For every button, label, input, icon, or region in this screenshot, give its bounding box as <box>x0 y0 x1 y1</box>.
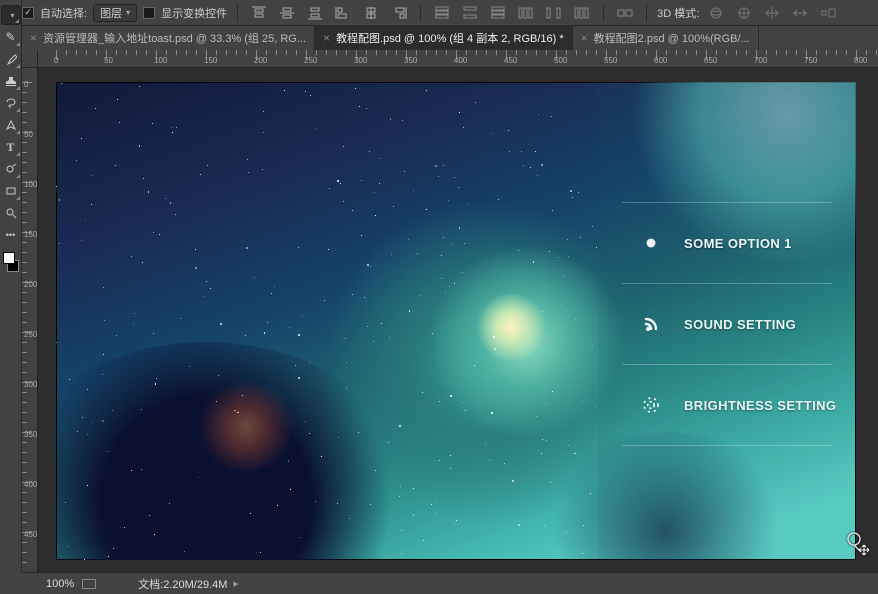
show-transform-checkbox[interactable] <box>143 7 155 19</box>
close-icon[interactable]: × <box>581 31 588 45</box>
status-menu-icon[interactable]: ▶ <box>233 580 238 588</box>
menu-item-label: BRIGHTNESS SETTING <box>684 398 836 413</box>
document-tabs: × 资源管理器_输入地址toast.psd @ 33.3% (组 25, RG.… <box>0 26 878 50</box>
sphere-icon <box>642 234 660 252</box>
menu-item-brightness[interactable]: BRIGHTNESS SETTING <box>598 365 856 445</box>
auto-select-label: 自动选择: <box>40 5 87 21</box>
options-bar: 自动选择: 图层 显示变换控件 3D 模式: <box>0 0 878 26</box>
3d-scale-icon[interactable] <box>817 4 839 22</box>
doc-tab-1[interactable]: × 教程配图.psd @ 100% (组 4 副本 2, RGB/16) * <box>315 26 573 50</box>
menu-item-option1[interactable]: SOME OPTION 1 <box>598 203 856 283</box>
menu-item-label: SOME OPTION 1 <box>684 236 792 251</box>
divider <box>646 4 647 22</box>
eyedropper-tool-icon[interactable] <box>1 49 21 69</box>
brush-tool-icon[interactable]: ✎ <box>1 27 21 47</box>
vertical-ruler[interactable]: 050100150200250300350400450 <box>22 68 38 572</box>
align-vcenter-icon[interactable] <box>276 4 298 22</box>
status-bar: 100% 文档:2.20M/29.4M ▶ <box>22 572 878 594</box>
menu-item-label: SOUND SETTING <box>684 317 796 332</box>
distribute-right-icon[interactable] <box>571 4 593 22</box>
workspace: 0501001502002503003504004505005506006507… <box>22 50 878 572</box>
align-top-icon[interactable] <box>248 4 270 22</box>
divider <box>603 4 604 22</box>
color-swatches[interactable] <box>1 250 21 274</box>
distribute-hcenter-icon[interactable] <box>543 4 565 22</box>
align-bottom-icon[interactable] <box>304 4 326 22</box>
horizontal-ruler[interactable]: 0501001502002503003504004505005506006507… <box>38 50 878 68</box>
show-transform-label: 显示变换控件 <box>161 5 227 21</box>
doc-tab-label: 教程配图.psd @ 100% (组 4 副本 2, RGB/16) * <box>336 30 564 46</box>
doc-tab-2[interactable]: × 教程配图2.psd @ 100%(RGB/... <box>573 26 759 50</box>
align-left-icon[interactable] <box>332 4 354 22</box>
ruler-origin[interactable] <box>22 50 38 68</box>
3d-pan-icon[interactable] <box>761 4 783 22</box>
distribute-top-icon[interactable] <box>431 4 453 22</box>
move-tool-icon[interactable] <box>1 5 21 25</box>
align-hcenter-icon[interactable] <box>360 4 382 22</box>
doc-tab-label: 教程配图2.psd @ 100%(RGB/... <box>594 30 750 46</box>
tool-strip: ✎ T ••• <box>0 0 22 572</box>
foreground-swatch[interactable] <box>3 252 15 264</box>
rectangle-tool-icon[interactable] <box>1 181 21 201</box>
stamp-tool-icon[interactable] <box>1 71 21 91</box>
3d-slide-icon[interactable] <box>789 4 811 22</box>
dodge-tool-icon[interactable] <box>1 159 21 179</box>
distribute-vcenter-icon[interactable] <box>459 4 481 22</box>
distribute-left-icon[interactable] <box>515 4 537 22</box>
settings-panel: SOME OPTION 1 SOUND SETTING BRIGHTNESS S… <box>598 82 856 560</box>
zoom-field[interactable]: 100% <box>46 578 74 590</box>
3d-roll-icon[interactable] <box>733 4 755 22</box>
canvas-viewport[interactable]: SOME OPTION 1 SOUND SETTING BRIGHTNESS S… <box>38 68 878 572</box>
zoom-tool-icon[interactable] <box>1 203 21 223</box>
auto-select-checkbox[interactable] <box>22 7 34 19</box>
edit-toolbar-icon[interactable]: ••• <box>1 225 21 245</box>
menu-item-sound[interactable]: SOUND SETTING <box>598 284 856 364</box>
divider <box>420 4 421 22</box>
pen-tool-icon[interactable] <box>1 115 21 135</box>
docsize-label: 文档:2.20M/29.4M <box>138 576 227 592</box>
zoom-popout-icon[interactable] <box>82 579 96 589</box>
layer-dropdown-value: 图层 <box>100 5 122 21</box>
lasso-tool-icon[interactable] <box>1 93 21 113</box>
doc-tab-label: 资源管理器_输入地址toast.psd @ 33.3% (组 25, RG... <box>43 30 306 46</box>
doc-tab-0[interactable]: × 资源管理器_输入地址toast.psd @ 33.3% (组 25, RG.… <box>22 26 315 50</box>
mode3d-label: 3D 模式: <box>657 5 699 21</box>
sun-icon <box>642 396 660 414</box>
3d-orbit-icon[interactable] <box>705 4 727 22</box>
close-icon[interactable]: × <box>30 31 37 45</box>
type-tool-icon[interactable]: T <box>1 137 21 157</box>
zoom-value: 100% <box>46 578 74 590</box>
close-icon[interactable]: × <box>323 31 330 45</box>
divider <box>237 4 238 22</box>
layer-dropdown[interactable]: 图层 <box>93 4 137 22</box>
rss-icon <box>642 315 660 333</box>
auto-align-icon[interactable] <box>614 4 636 22</box>
distribute-bottom-icon[interactable] <box>487 4 509 22</box>
document-canvas[interactable]: SOME OPTION 1 SOUND SETTING BRIGHTNESS S… <box>56 82 856 560</box>
align-right-icon[interactable] <box>388 4 410 22</box>
